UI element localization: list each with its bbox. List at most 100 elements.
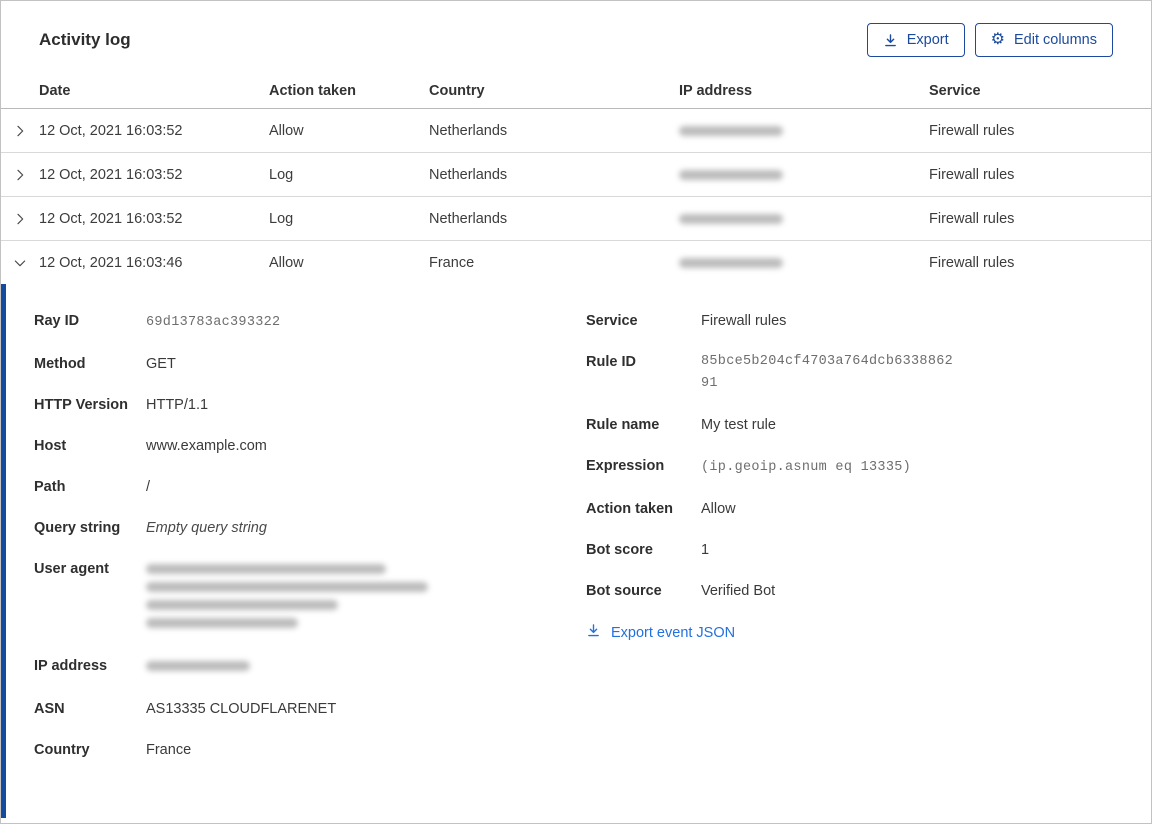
detail-value: 85bce5b204cf4703a764dcb633886291 — [701, 354, 954, 391]
detail-row: Service Firewall rules — [586, 310, 1151, 332]
cell-action-taken: Log — [269, 166, 294, 183]
cell-service: Firewall rules — [929, 210, 1015, 227]
detail-row: Method GET — [34, 353, 586, 375]
cell-date: 12 Oct, 2021 16:03:52 — [39, 166, 183, 183]
detail-row: Rule ID 85bce5b204cf4703a764dcb633886291 — [586, 351, 1151, 395]
detail-row: Query string Empty query string — [34, 517, 586, 539]
detail-row: Action taken Allow — [586, 498, 1151, 520]
detail-value: GET — [146, 356, 176, 372]
detail-label: Country — [34, 742, 90, 758]
redacted-text-line — [146, 661, 250, 671]
detail-row: HTTP Version HTTP/1.1 — [34, 394, 586, 416]
cell-country: France — [429, 254, 475, 271]
redacted-text-line — [146, 564, 386, 574]
detail-value: Verified Bot — [701, 583, 776, 599]
cell-ip-address — [679, 123, 929, 139]
cell-ip-address — [679, 211, 929, 227]
column-header-service: Service — [929, 82, 981, 99]
export-button-label: Export — [906, 32, 949, 48]
table-row[interactable]: 12 Oct, 2021 16:03:46 Allow France Firewall… — [1, 241, 1151, 284]
detail-value: Empty query string — [146, 520, 267, 536]
detail-label: Query string — [34, 520, 121, 536]
redacted-ip-value — [679, 213, 783, 224]
table-row[interactable]: 12 Oct, 2021 16:03:52 Allow Netherlands Fir… — [1, 109, 1151, 153]
redacted-text-line — [146, 582, 428, 592]
cell-country: Netherlands — [429, 210, 508, 227]
table-row[interactable]: 12 Oct, 2021 16:03:52 Log Netherlands Firew… — [1, 197, 1151, 241]
chevron-right-icon[interactable] — [1, 197, 39, 240]
table-header-row: Date Action taken Country IP address Ser… — [1, 73, 1151, 109]
detail-row: ASN AS13335 CLOUDFLARENET — [34, 698, 586, 720]
cell-ip-address — [679, 167, 929, 183]
detail-value: France — [146, 742, 192, 758]
redacted-text-line — [146, 600, 338, 610]
cell-country: Netherlands — [429, 166, 508, 183]
redacted-ip-value — [679, 169, 783, 180]
detail-label: Bot score — [586, 542, 653, 558]
detail-row: Bot score 1 — [586, 539, 1151, 561]
edit-columns-button-label: Edit columns — [1013, 32, 1097, 48]
cell-date: 12 Oct, 2021 16:03:52 — [39, 122, 183, 139]
detail-label: HTTP Version — [34, 397, 129, 413]
detail-label: Action taken — [586, 501, 674, 517]
detail-label: Path — [34, 479, 66, 495]
detail-value: / — [146, 479, 151, 495]
detail-row: Ray ID 69d13783ac393322 — [34, 310, 586, 334]
detail-row: IP address — [34, 655, 586, 679]
detail-label: Method — [34, 356, 86, 372]
cell-service: Firewall rules — [929, 254, 1015, 271]
cell-country: Netherlands — [429, 122, 508, 139]
export-event-json-link[interactable]: Export event JSON — [586, 623, 1151, 642]
chevron-right-icon[interactable] — [1, 109, 39, 152]
activity-log-page: Activity log Export ⚙ Edit columns Date … — [0, 0, 1152, 824]
detail-value: www.example.com — [146, 438, 267, 454]
redacted-ip-value — [679, 125, 783, 136]
export-button[interactable]: Export — [866, 23, 965, 57]
download-icon — [883, 33, 898, 48]
redacted-ip-value — [679, 257, 783, 268]
detail-row: Rule name My test rule — [586, 414, 1151, 436]
event-details-left-column: Ray ID 69d13783ac393322 Method GET HTTP Vers… — [34, 310, 586, 818]
column-header-date: Date — [39, 82, 71, 99]
download-icon — [586, 623, 601, 642]
column-header-ip-address: IP address — [679, 82, 753, 99]
cell-ip-address — [679, 255, 929, 271]
redacted-value — [146, 655, 586, 679]
cell-action-taken: Log — [269, 210, 294, 227]
detail-label: Rule ID — [586, 354, 636, 370]
redacted-text-line — [146, 618, 298, 628]
event-details-right-column: Service Firewall rules Rule ID 85bce5b204cf… — [586, 310, 1151, 818]
cell-service: Firewall rules — [929, 166, 1015, 183]
detail-value: 1 — [701, 542, 710, 558]
export-event-json-label: Export event JSON — [611, 624, 736, 641]
detail-row: Expression (ip.geoip.asnum eq 13335) — [586, 455, 1151, 479]
cell-action-taken: Allow — [269, 254, 304, 271]
detail-label: Bot source — [586, 583, 662, 599]
detail-value: My test rule — [701, 417, 776, 433]
detail-row: Host www.example.com — [34, 435, 586, 457]
column-header-country: Country — [429, 82, 485, 99]
edit-columns-button[interactable]: ⚙ Edit columns — [974, 23, 1113, 57]
cell-date: 12 Oct, 2021 16:03:46 — [39, 254, 183, 271]
cell-date: 12 Oct, 2021 16:03:52 — [39, 210, 183, 227]
detail-value: Firewall rules — [701, 313, 787, 329]
detail-row: User agent — [34, 558, 586, 636]
event-details-panel: Ray ID 69d13783ac393322 Method GET HTTP Vers… — [1, 284, 1151, 818]
header-actions: Export ⚙ Edit columns — [866, 23, 1113, 57]
chevron-right-icon[interactable] — [1, 153, 39, 196]
detail-value: Allow — [701, 501, 736, 517]
detail-label: ASN — [34, 701, 65, 717]
detail-label: User agent — [34, 561, 109, 577]
detail-value: AS13335 CLOUDFLARENET — [146, 701, 337, 717]
detail-label: Expression — [586, 458, 665, 474]
column-header-action-taken: Action taken — [269, 82, 357, 99]
table-row[interactable]: 12 Oct, 2021 16:03:52 Log Netherlands Firew… — [1, 153, 1151, 197]
chevron-down-icon[interactable] — [1, 241, 39, 284]
detail-label: Host — [34, 438, 67, 454]
detail-label: IP address — [34, 658, 108, 674]
redacted-value — [146, 558, 586, 636]
detail-value: 69d13783ac393322 — [146, 315, 281, 330]
page-header: Activity log Export ⚙ Edit columns — [1, 1, 1151, 73]
gear-icon: ⚙ — [990, 31, 1005, 48]
cell-service: Firewall rules — [929, 122, 1015, 139]
